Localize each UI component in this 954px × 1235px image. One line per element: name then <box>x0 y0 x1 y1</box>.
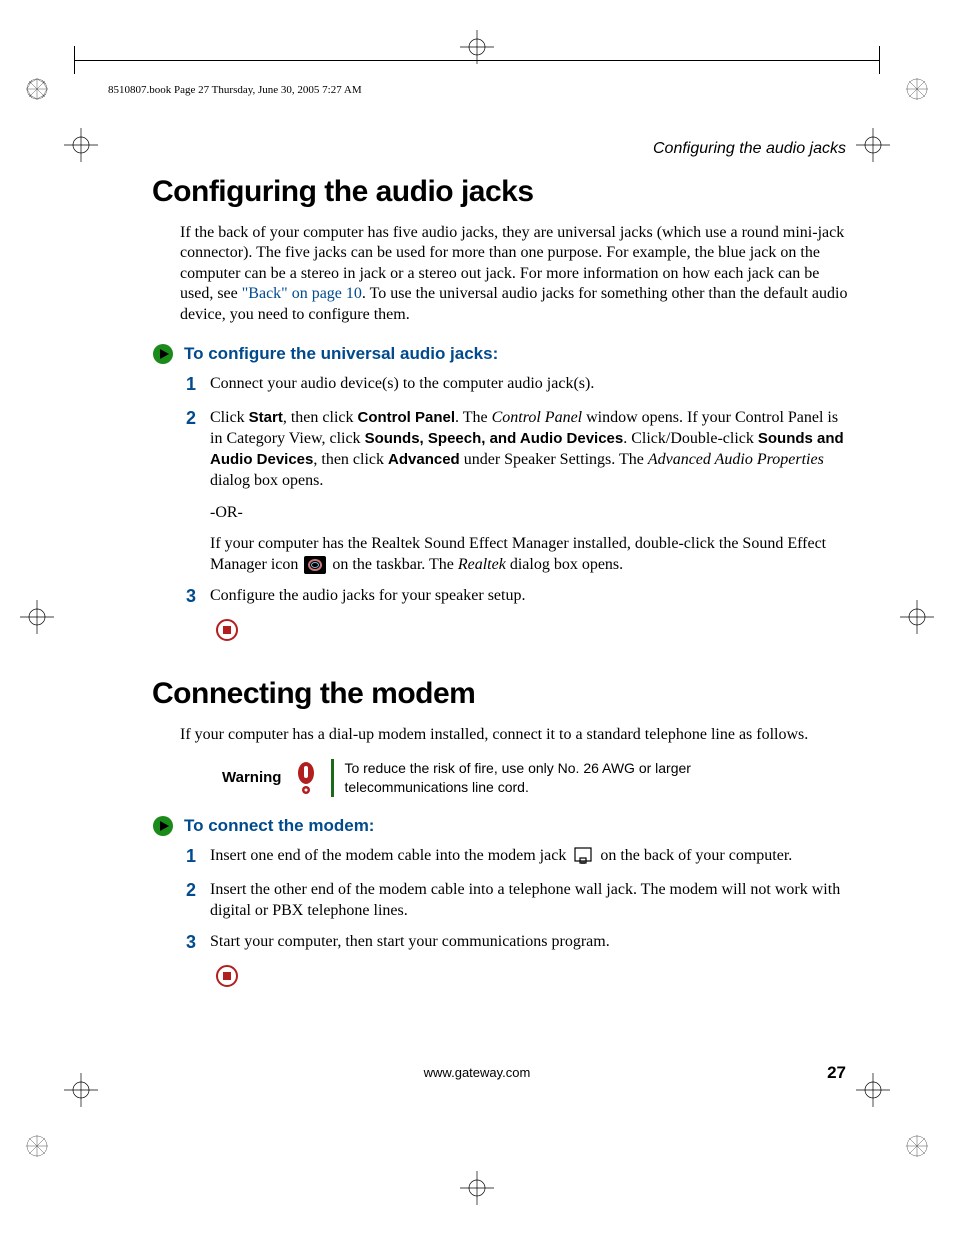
crosshair-mark-icon <box>900 600 934 634</box>
stop-icon <box>216 619 238 641</box>
procedure-title: To connect the modem: <box>184 816 374 836</box>
realtek-tray-icon <box>304 556 326 574</box>
t: Insert one end of the modem cable into t… <box>210 847 570 864</box>
step-text: Click Start, then click Control Panel. T… <box>210 407 852 575</box>
xref-back-page10[interactable]: "Back" on page 10 <box>242 285 362 302</box>
registration-mark-icon <box>906 1135 928 1157</box>
step-number: 3 <box>182 931 196 955</box>
steps-list: 1 Connect your audio device(s) to the co… <box>182 373 852 608</box>
heading-connecting-modem: Connecting the modem <box>152 677 852 711</box>
step-3: 3 Start your computer, then start your c… <box>182 931 852 955</box>
footer-url: www.gateway.com <box>0 1065 954 1080</box>
play-icon <box>152 815 174 837</box>
registration-mark-icon <box>906 78 928 100</box>
crosshair-mark-icon <box>64 128 98 162</box>
step-1: 1 Connect your audio device(s) to the co… <box>182 373 852 397</box>
ui-label: Sounds, Speech, and Audio Devices <box>365 430 624 447</box>
intro-paragraph: If the back of your computer has five au… <box>152 223 852 325</box>
step-number: 3 <box>182 585 196 609</box>
ui-label: Advanced <box>388 451 460 468</box>
step-2: 2 Insert the other end of the modem cabl… <box>182 879 852 921</box>
step-alt: If your computer has the Realtek Sound E… <box>210 533 852 575</box>
running-head: Configuring the audio jacks <box>653 140 846 158</box>
ui-label: Start <box>249 409 283 426</box>
t: , then click <box>283 409 358 426</box>
end-of-procedure <box>216 965 852 987</box>
ui-label: Control Panel <box>358 409 456 426</box>
step-number: 2 <box>182 879 196 921</box>
t: . The <box>455 409 492 426</box>
procedure-heading: To configure the universal audio jacks: <box>152 343 852 365</box>
book-header: 8510807.book Page 27 Thursday, June 30, … <box>108 84 362 96</box>
t: , then click <box>313 451 388 468</box>
crop-rule <box>879 46 880 74</box>
step-text: Configure the audio jacks for your speak… <box>210 585 852 609</box>
procedure-heading: To connect the modem: <box>152 815 852 837</box>
t: on the taskbar. The <box>328 556 457 573</box>
page-number: 27 <box>827 1063 846 1083</box>
play-icon <box>152 343 174 365</box>
modem-jack-icon <box>573 847 593 865</box>
warning-text: To reduce the risk of fire, use only No.… <box>344 759 704 797</box>
window-name: Control Panel <box>492 409 583 426</box>
content: Configuring the audio jacks If the back … <box>152 175 852 987</box>
t: dialog box opens. <box>210 472 323 489</box>
crosshair-mark-icon <box>460 30 494 64</box>
t: . Click/Double-click <box>623 430 758 447</box>
warning-icon <box>291 761 321 795</box>
step-text: Insert the other end of the modem cable … <box>210 879 852 921</box>
step-text: Connect your audio device(s) to the comp… <box>210 373 852 397</box>
step-number: 1 <box>182 373 196 397</box>
t: Click <box>210 409 249 426</box>
crosshair-mark-icon <box>20 600 54 634</box>
steps-list: 1 Insert one end of the modem cable into… <box>182 845 852 955</box>
warning-divider <box>331 759 334 797</box>
step-number: 2 <box>182 407 196 575</box>
step-1: 1 Insert one end of the modem cable into… <box>182 845 852 869</box>
or-separator: -OR- <box>210 502 852 523</box>
step-3: 3 Configure the audio jacks for your spe… <box>182 585 852 609</box>
window-name: Advanced Audio Properties <box>648 451 824 468</box>
crop-rule <box>74 46 75 74</box>
heading-configuring-audio-jacks: Configuring the audio jacks <box>152 175 852 209</box>
intro-paragraph: If your computer has a dial-up modem ins… <box>152 725 852 745</box>
end-of-procedure <box>216 619 852 641</box>
registration-mark-icon <box>26 1135 48 1157</box>
procedure-title: To configure the universal audio jacks: <box>184 344 498 364</box>
registration-mark-icon <box>26 78 48 100</box>
warning-label: Warning <box>222 769 281 786</box>
crosshair-mark-icon <box>856 128 890 162</box>
step-number: 1 <box>182 845 196 869</box>
step-2: 2 Click Start, then click Control Panel.… <box>182 407 852 575</box>
crosshair-mark-icon <box>460 1171 494 1205</box>
page: 8510807.book Page 27 Thursday, June 30, … <box>0 0 954 1235</box>
stop-icon <box>216 965 238 987</box>
step-text: Insert one end of the modem cable into t… <box>210 845 852 869</box>
warning-block: Warning To reduce the risk of fire, use … <box>222 759 852 797</box>
t: on the back of your computer. <box>596 847 792 864</box>
t: dialog box opens. <box>506 556 623 573</box>
step-text: Start your computer, then start your com… <box>210 931 852 955</box>
window-name: Realtek <box>458 556 506 573</box>
t: under Speaker Settings. The <box>460 451 648 468</box>
